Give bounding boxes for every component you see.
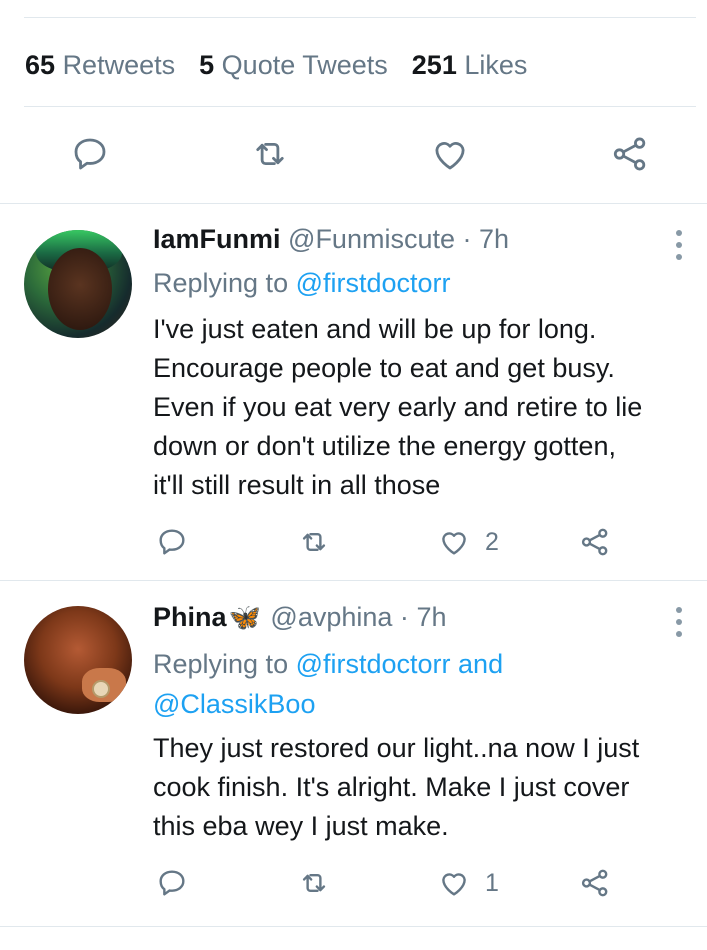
quotes-stat[interactable]: 5 Quote Tweets <box>199 50 388 81</box>
reply-divider <box>0 926 707 927</box>
retweets-stat[interactable]: 65 Retweets <box>25 50 175 81</box>
replying-prefix: Replying to <box>153 268 289 298</box>
like-button[interactable]: 1 <box>437 863 499 903</box>
avatar[interactable] <box>24 606 132 714</box>
share-icon <box>613 137 646 171</box>
replying-to: Replying to @firstdoctorr <box>153 263 451 303</box>
retweet-icon <box>302 874 326 892</box>
like-count: 2 <box>485 527 499 556</box>
retweet-button[interactable] <box>297 863 331 903</box>
likes-label: Likes <box>464 49 528 80</box>
quotes-count: 5 <box>199 49 215 80</box>
butterfly-emoji: 🦋 <box>228 602 261 632</box>
timestamp[interactable]: 7h <box>416 602 446 632</box>
avatar[interactable] <box>24 230 132 338</box>
text-line: this eba wey I just make. <box>153 811 449 841</box>
share-button[interactable] <box>578 863 612 903</box>
text-line: They just restored our light..na now I j… <box>153 733 640 763</box>
retweets-count: 65 <box>25 49 56 80</box>
retweet-icon <box>302 533 326 551</box>
text-line: cook finish. It's alright. Make I just c… <box>153 772 630 802</box>
engagement-stats: 65 Retweets 5 Quote Tweets 251 Likes <box>25 46 527 84</box>
reply-icon <box>159 870 185 896</box>
retweet-button[interactable] <box>248 132 292 176</box>
share-button[interactable] <box>578 522 612 562</box>
retweets-label: Retweets <box>62 49 176 80</box>
like-icon <box>442 532 466 555</box>
text-line: Encourage people to eat and get busy. <box>153 353 615 383</box>
separator-dot: · <box>399 602 409 632</box>
like-icon <box>442 873 466 896</box>
stats-divider <box>24 106 696 107</box>
text-line: down or don't utilize the energy gotten, <box>153 431 616 461</box>
retweet-icon <box>256 142 284 166</box>
like-icon <box>435 142 465 170</box>
share-icon <box>581 869 608 897</box>
user-handle[interactable]: @Funmiscute <box>288 224 455 254</box>
text-line: Even if you eat very early and retire to… <box>153 392 643 422</box>
mention-link[interactable]: @firstdoctorr <box>296 268 451 298</box>
share-icon <box>581 528 608 556</box>
quotes-label: Quote Tweets <box>221 49 388 80</box>
reply-button[interactable] <box>68 132 112 176</box>
reply-button[interactable] <box>155 863 189 903</box>
tweet-text: I've just eaten and will be up for long.… <box>153 310 703 505</box>
tweet-header: Phina🦋 @avphina · 7h <box>153 602 446 633</box>
text-line: I've just eaten and will be up for long. <box>153 314 597 344</box>
reply-icon <box>74 138 106 170</box>
reply-button[interactable] <box>155 522 189 562</box>
separator-dot: · <box>462 224 472 254</box>
top-divider <box>24 17 696 18</box>
replying-to: Replying to @firstdoctorr and @ClassikBo… <box>153 644 503 724</box>
main-action-bar <box>0 132 707 180</box>
user-handle[interactable]: @avphina <box>270 602 392 632</box>
mention-link[interactable]: @firstdoctorr and <box>296 649 503 679</box>
display-name[interactable]: Phina <box>153 602 227 632</box>
timestamp[interactable]: 7h <box>479 224 509 254</box>
tweet-text: They just restored our light..na now I j… <box>153 729 703 846</box>
display-name[interactable]: IamFunmi <box>153 224 281 254</box>
tweet-header: IamFunmi @Funmiscute · 7h <box>153 224 509 255</box>
mention-link[interactable]: @ClassikBoo <box>153 684 503 724</box>
more-options-icon[interactable] <box>672 230 686 260</box>
reply-icon <box>159 529 185 555</box>
likes-count: 251 <box>411 49 457 80</box>
replying-prefix: Replying to <box>153 649 289 679</box>
like-count: 1 <box>485 868 499 897</box>
reply-tweet[interactable]: Phina🦋 @avphina · 7h Replying to @firstd… <box>0 581 707 926</box>
more-options-icon[interactable] <box>672 607 686 637</box>
reply-tweet[interactable]: IamFunmi @Funmiscute · 7h Replying to @f… <box>0 204 707 580</box>
likes-stat[interactable]: 251 Likes <box>412 50 528 81</box>
like-button[interactable] <box>428 132 472 176</box>
text-line: it'll still result in all those <box>153 470 441 500</box>
like-button[interactable]: 2 <box>437 522 499 562</box>
retweet-button[interactable] <box>297 522 331 562</box>
share-button[interactable] <box>608 132 652 176</box>
